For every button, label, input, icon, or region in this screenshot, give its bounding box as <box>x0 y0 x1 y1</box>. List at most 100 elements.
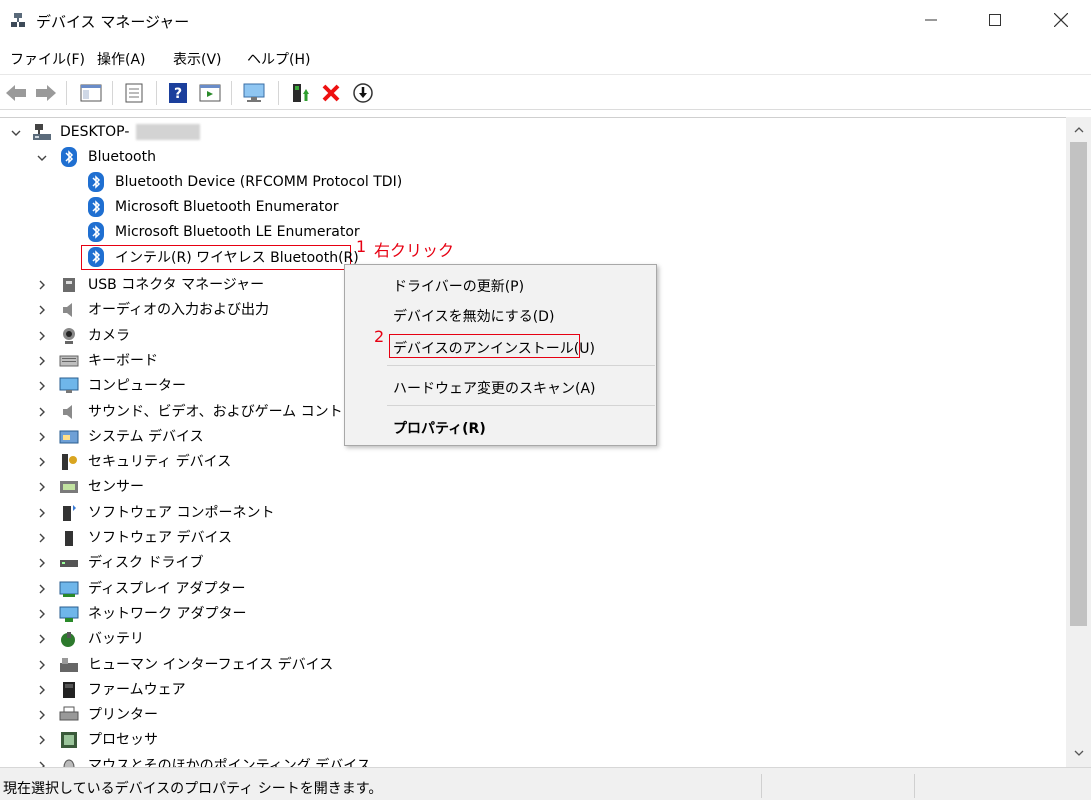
chevron-down-icon[interactable] <box>10 127 22 139</box>
chevron-right-icon[interactable] <box>36 380 48 392</box>
scroll-up-button[interactable] <box>1070 121 1087 138</box>
category-item[interactable]: ネットワーク アダプター <box>88 605 246 623</box>
category-item[interactable]: バッテリ <box>88 630 144 648</box>
menu-help[interactable]: ヘルプ(H) <box>247 49 310 69</box>
device-intel-wireless-bluetooth[interactable]: インテル(R) ワイヤレス Bluetooth(R) <box>115 249 359 267</box>
category-item[interactable]: ディスプレイ アダプター <box>88 580 245 598</box>
help-button[interactable]: ? <box>165 80 191 106</box>
ctx-properties[interactable]: プロパティ(R) <box>393 418 486 438</box>
back-button[interactable] <box>3 80 29 106</box>
keyboard-icon <box>59 355 79 367</box>
chevron-down-icon[interactable] <box>36 152 48 164</box>
svg-text:?: ? <box>174 86 182 102</box>
chevron-right-icon[interactable] <box>36 330 48 342</box>
update-driver-icon <box>293 84 309 102</box>
properties-button[interactable] <box>121 80 147 106</box>
ctx-disable-device[interactable]: デバイスを無効にする(D) <box>393 306 554 326</box>
properties-icon <box>125 83 143 103</box>
menu-bar: ファイル(F) 操作(A) 表示(V) ヘルプ(H) <box>0 44 1091 72</box>
category-item[interactable]: プリンター <box>88 706 158 724</box>
category-item[interactable]: センサー <box>88 478 144 496</box>
category-item[interactable]: キーボード <box>88 352 158 370</box>
minimize-button[interactable] <box>908 0 954 40</box>
action-pane-icon <box>199 84 221 102</box>
chevron-right-icon[interactable] <box>36 734 48 746</box>
device-bluetooth-rfcomm[interactable]: Bluetooth Device (RFCOMM Protocol TDI) <box>115 173 402 191</box>
ctx-update-driver[interactable]: ドライバーの更新(P) <box>393 276 524 296</box>
category-bluetooth[interactable]: Bluetooth <box>88 148 156 166</box>
ctx-scan-hardware[interactable]: ハードウェア変更のスキャン(A) <box>393 378 596 398</box>
uninstall-device-button[interactable] <box>318 80 344 106</box>
menu-view[interactable]: 表示(V) <box>173 49 222 69</box>
category-item[interactable]: USB コネクタ マネージャー <box>88 276 264 294</box>
scrollbar-thumb[interactable] <box>1070 142 1087 626</box>
software-device-icon <box>65 531 73 546</box>
category-item[interactable]: プロセッサ <box>88 731 158 749</box>
close-icon <box>1054 13 1068 27</box>
maximize-button[interactable] <box>972 0 1018 40</box>
processor-icon <box>61 732 77 749</box>
device-ms-bluetooth-enumerator[interactable]: Microsoft Bluetooth Enumerator <box>115 198 339 216</box>
show-hide-console-tree-button[interactable] <box>78 80 104 106</box>
update-driver-button[interactable] <box>287 80 313 106</box>
firmware-icon <box>63 681 75 698</box>
software-component-icon <box>63 504 76 521</box>
device-manager-icon <box>11 13 25 27</box>
menu-action[interactable]: 操作(A) <box>97 49 146 69</box>
uninstall-device-icon <box>322 84 340 102</box>
ctx-uninstall-device[interactable]: デバイスのアンインストール(U) <box>393 338 595 358</box>
annotation-step1-number: 1 <box>356 237 367 256</box>
chevron-up-icon <box>1074 126 1083 132</box>
category-item[interactable]: ソフトウェア コンポーネント <box>88 504 274 522</box>
chevron-down-icon <box>1074 750 1083 756</box>
status-bar: 現在選択しているデバイスのプロパティ シートを開きます。 <box>0 767 1091 800</box>
category-item[interactable]: ヒューマン インターフェイス デバイス <box>88 656 333 674</box>
chevron-right-icon[interactable] <box>36 684 48 696</box>
chevron-right-icon[interactable] <box>36 659 48 671</box>
category-item[interactable]: ソフトウェア デバイス <box>88 529 232 547</box>
chevron-right-icon[interactable] <box>36 709 48 721</box>
chevron-right-icon[interactable] <box>36 507 48 519</box>
category-item[interactable]: ファームウェア <box>88 681 186 699</box>
disable-device-button[interactable] <box>350 80 376 106</box>
scroll-down-button[interactable] <box>1070 744 1087 761</box>
category-item[interactable]: セキュリティ デバイス <box>88 453 231 471</box>
category-item[interactable]: マウスとそのほかのポインティング デバイス <box>88 757 371 767</box>
usb-connector-icon <box>63 278 75 292</box>
help-icon: ? <box>169 83 187 103</box>
category-item[interactable]: ディスク ドライブ <box>88 554 203 572</box>
human-interface-device-icon <box>60 657 78 672</box>
forward-button[interactable] <box>33 80 59 106</box>
bluetooth-icon <box>88 222 104 242</box>
chevron-right-icon[interactable] <box>36 406 48 418</box>
chevron-right-icon[interactable] <box>36 557 48 569</box>
back-arrow-icon <box>6 85 26 101</box>
chevron-right-icon[interactable] <box>36 583 48 595</box>
minimize-icon <box>925 19 937 21</box>
chevron-right-icon[interactable] <box>36 355 48 367</box>
chevron-right-icon[interactable] <box>36 633 48 645</box>
sensor-icon <box>60 481 78 494</box>
scan-hardware-button[interactable] <box>241 80 267 106</box>
close-button[interactable] <box>1038 0 1084 40</box>
action-pane-button[interactable] <box>197 80 223 106</box>
chevron-right-icon[interactable] <box>36 760 48 767</box>
camera-icon <box>63 327 75 344</box>
root-label[interactable]: DESKTOP- <box>60 123 129 141</box>
status-text: 現在選択しているデバイスのプロパティ シートを開きます。 <box>3 781 383 797</box>
chevron-right-icon[interactable] <box>36 431 48 443</box>
category-item[interactable]: システム デバイス <box>88 428 204 446</box>
chevron-right-icon[interactable] <box>36 456 48 468</box>
computer-icon <box>33 124 51 140</box>
sound-icon <box>63 404 72 419</box>
category-item[interactable]: カメラ <box>88 327 130 345</box>
category-item[interactable]: コンピューター <box>88 377 186 395</box>
chevron-right-icon[interactable] <box>36 481 48 493</box>
chevron-right-icon[interactable] <box>36 532 48 544</box>
category-item[interactable]: オーディオの入力および出力 <box>88 301 269 319</box>
chevron-right-icon[interactable] <box>36 608 48 620</box>
chevron-right-icon[interactable] <box>36 304 48 316</box>
chevron-right-icon[interactable] <box>36 279 48 291</box>
menu-file[interactable]: ファイル(F) <box>10 49 85 69</box>
device-ms-bluetooth-le-enumerator[interactable]: Microsoft Bluetooth LE Enumerator <box>115 223 360 241</box>
